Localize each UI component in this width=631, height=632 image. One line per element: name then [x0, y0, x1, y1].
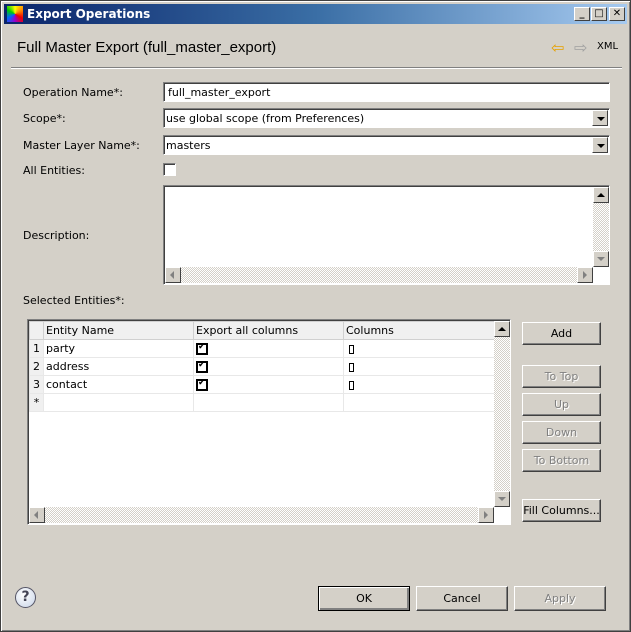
- entity-name-cell[interactable]: address: [43, 357, 194, 376]
- down-button[interactable]: Down: [522, 421, 601, 444]
- app-icon: [7, 6, 23, 22]
- columns-header[interactable]: Columns: [343, 321, 495, 340]
- operation-name-value: full_master_export: [168, 86, 271, 99]
- add-button[interactable]: Add: [522, 322, 601, 345]
- export-all-cell[interactable]: [193, 357, 344, 376]
- export-all-cell[interactable]: [193, 375, 344, 394]
- ok-button[interactable]: OK: [318, 586, 410, 611]
- selected-entities-label: Selected Entities*:: [23, 294, 125, 307]
- columns-cell[interactable]: [343, 375, 495, 394]
- scope-label: Scope*:: [23, 112, 66, 125]
- minimize-button[interactable]: _: [574, 7, 590, 21]
- xml-link[interactable]: XML: [597, 41, 618, 52]
- operation-name-input[interactable]: full_master_export: [163, 82, 610, 102]
- back-arrow-icon[interactable]: ⇦: [551, 38, 564, 57]
- export-all-columns-header[interactable]: Export all columns: [193, 321, 344, 340]
- all-entities-checkbox[interactable]: [163, 163, 176, 176]
- close-button[interactable]: ✕: [609, 7, 625, 21]
- master-layer-select[interactable]: masters: [163, 135, 610, 155]
- header-separator: [11, 67, 622, 69]
- scroll-down-icon[interactable]: [593, 251, 609, 267]
- chevron-down-icon[interactable]: [592, 137, 608, 153]
- columns-placeholder-icon: [349, 362, 354, 372]
- description-label: Description:: [23, 229, 90, 242]
- page-title: Full Master Export (full_master_export): [17, 39, 277, 56]
- columns-placeholder-icon: [349, 380, 354, 390]
- description-horizontal-scrollbar[interactable]: [165, 267, 593, 283]
- table-row[interactable]: 2 address: [29, 357, 495, 376]
- scroll-right-icon[interactable]: [577, 267, 593, 283]
- help-icon[interactable]: ?: [15, 587, 36, 608]
- entity-name-cell[interactable]: contact: [43, 375, 194, 394]
- entities-table[interactable]: Entity Name Export all columns Columns 1…: [27, 319, 511, 525]
- export-all-cell[interactable]: [193, 393, 344, 412]
- row-number-header: [29, 321, 44, 340]
- fill-columns-button[interactable]: Fill Columns...: [522, 499, 601, 522]
- operation-name-label: Operation Name*:: [23, 86, 123, 99]
- entity-name-cell[interactable]: party: [43, 339, 194, 358]
- title-bar[interactable]: Export Operations _ □ ✕: [4, 4, 627, 24]
- table-row[interactable]: 1 party: [29, 339, 495, 358]
- scroll-left-icon[interactable]: [29, 507, 45, 523]
- checked-checkbox-icon[interactable]: [196, 360, 208, 373]
- scroll-up-icon[interactable]: [494, 321, 510, 337]
- table-row[interactable]: 3 contact: [29, 375, 495, 394]
- all-entities-label: All Entities:: [23, 164, 85, 177]
- columns-placeholder-icon: [349, 344, 354, 354]
- apply-button[interactable]: Apply: [514, 586, 606, 611]
- scroll-left-icon[interactable]: [165, 267, 181, 283]
- table-horizontal-scrollbar[interactable]: [29, 507, 494, 523]
- export-all-cell[interactable]: [193, 339, 344, 358]
- row-number: 1: [29, 339, 44, 358]
- master-layer-value: masters: [166, 139, 211, 152]
- description-textarea[interactable]: [163, 185, 610, 285]
- maximize-button[interactable]: □: [591, 7, 607, 21]
- scope-value: use global scope (from Preferences): [166, 112, 365, 125]
- export-operations-dialog: Export Operations _ □ ✕ Full Master Expo…: [0, 0, 631, 632]
- scroll-down-icon[interactable]: [494, 491, 510, 507]
- entity-name-cell[interactable]: [43, 393, 194, 412]
- up-button[interactable]: Up: [522, 393, 601, 416]
- table-header-row: Entity Name Export all columns Columns: [29, 321, 495, 340]
- scroll-up-icon[interactable]: [593, 187, 609, 203]
- entity-name-header[interactable]: Entity Name: [43, 321, 194, 340]
- scroll-right-icon[interactable]: [478, 507, 494, 523]
- to-bottom-button[interactable]: To Bottom: [522, 449, 601, 472]
- row-number: 2: [29, 357, 44, 376]
- cancel-button[interactable]: Cancel: [416, 586, 508, 611]
- checked-checkbox-icon[interactable]: [196, 342, 208, 355]
- forward-arrow-icon[interactable]: ⇨: [574, 38, 587, 57]
- scope-select[interactable]: use global scope (from Preferences): [163, 108, 610, 128]
- row-number: 3: [29, 375, 44, 394]
- checked-checkbox-icon[interactable]: [196, 378, 208, 391]
- master-layer-label: Master Layer Name*:: [23, 139, 140, 152]
- chevron-down-icon[interactable]: [592, 110, 608, 126]
- columns-cell[interactable]: [343, 357, 495, 376]
- columns-cell[interactable]: [343, 339, 495, 358]
- window-title: Export Operations: [27, 7, 151, 21]
- new-row-marker: *: [29, 393, 44, 412]
- columns-cell[interactable]: [343, 393, 495, 412]
- to-top-button[interactable]: To Top: [522, 365, 601, 388]
- new-row[interactable]: *: [29, 393, 495, 412]
- table-vertical-scrollbar[interactable]: [494, 321, 510, 507]
